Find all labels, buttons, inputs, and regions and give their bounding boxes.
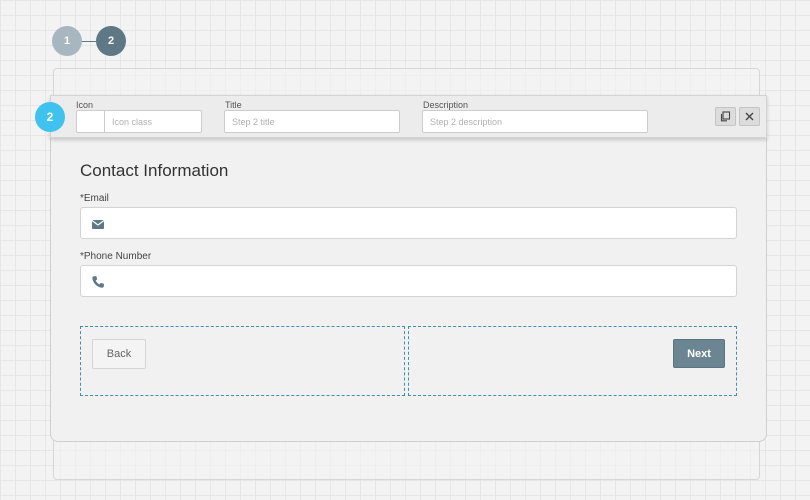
step-connector	[82, 41, 96, 42]
duplicate-step-button[interactable]	[715, 107, 736, 126]
step-number: 2	[107, 35, 115, 47]
title-label: Title	[225, 100, 242, 110]
phone-field-wrapper	[80, 265, 737, 297]
email-field[interactable]	[115, 208, 730, 238]
phone-label: *Phone Number	[80, 251, 152, 262]
step-title-input[interactable]	[224, 110, 400, 133]
step-number: 1	[63, 35, 71, 47]
icon-preview[interactable]	[76, 110, 104, 133]
next-button[interactable]: Next	[673, 339, 725, 368]
envelope-icon	[91, 220, 105, 229]
close-icon	[745, 112, 754, 121]
step-indicator-2[interactable]: 2	[96, 26, 126, 56]
step-description-input[interactable]	[422, 110, 648, 133]
email-label: *Email	[80, 193, 109, 204]
icon-label: Icon	[76, 100, 94, 110]
copy-icon	[720, 111, 731, 122]
email-field-wrapper	[80, 207, 737, 239]
remove-step-button[interactable]	[739, 107, 760, 126]
phone-field[interactable]	[115, 266, 730, 296]
phone-icon	[92, 276, 104, 288]
back-button[interactable]: Back	[92, 339, 146, 369]
description-label: Description	[423, 100, 469, 110]
icon-class-input[interactable]	[104, 110, 202, 133]
step-badge: 2	[35, 102, 65, 132]
section-heading: Contact Information	[80, 161, 229, 180]
step-indicator-1[interactable]: 1	[52, 26, 82, 56]
